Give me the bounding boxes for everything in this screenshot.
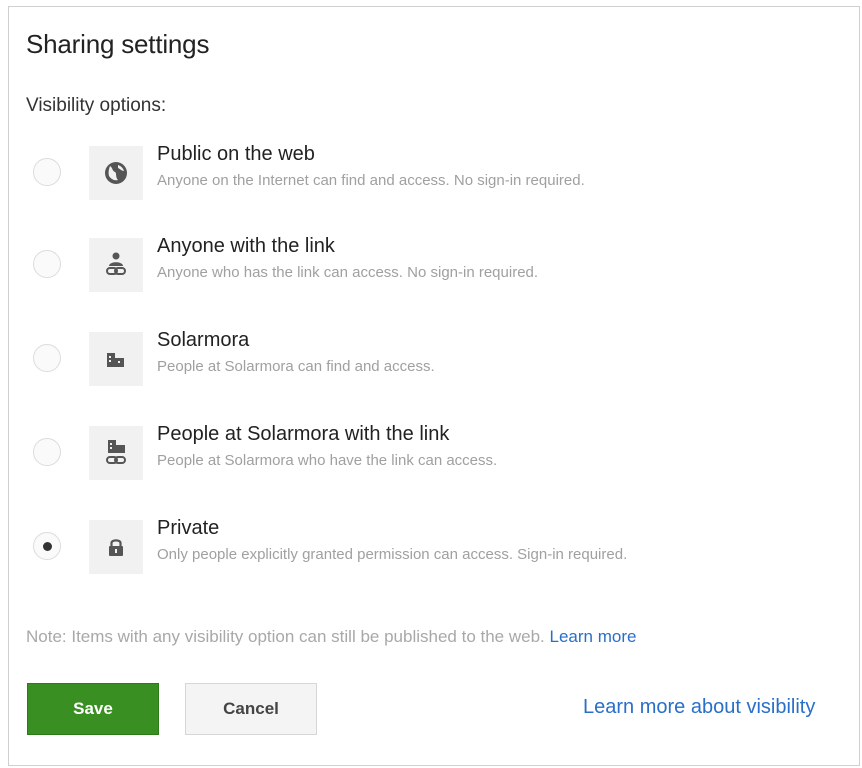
radio-anyone-with-link[interactable]: [33, 250, 61, 278]
globe-icon: [89, 146, 143, 200]
lock-icon: [89, 520, 143, 574]
visibility-options-label: Visibility options:: [26, 95, 167, 116]
learn-more-about-visibility-link[interactable]: Learn more about visibility: [583, 696, 815, 719]
option-anyone-with-link[interactable]: Anyone with the link Anyone who has the …: [9, 235, 849, 310]
sharing-settings-dialog: Sharing settings Visibility options: Pub…: [8, 6, 860, 766]
radio-solarmora[interactable]: [33, 344, 61, 372]
option-public-on-web[interactable]: Public on the web Anyone on the Internet…: [9, 143, 849, 218]
option-title: People at Solarmora with the link: [157, 423, 450, 445]
note-text: Note: Items with any visibility option c…: [26, 627, 545, 646]
option-description: Only people explicitly granted permissio…: [157, 546, 628, 563]
option-title: Anyone with the link: [157, 235, 335, 257]
visibility-note: Note: Items with any visibility option c…: [26, 627, 636, 647]
option-title: Public on the web: [157, 143, 315, 165]
learn-more-link[interactable]: Learn more: [550, 627, 637, 646]
building-icon: [89, 332, 143, 386]
cancel-button[interactable]: Cancel: [185, 683, 317, 735]
radio-private[interactable]: [33, 532, 61, 560]
radio-public-on-web[interactable]: [33, 158, 61, 186]
radio-solarmora-with-link[interactable]: [33, 438, 61, 466]
option-description: Anyone on the Internet can find and acce…: [157, 172, 585, 189]
dialog-title: Sharing settings: [26, 29, 210, 59]
save-button[interactable]: Save: [27, 683, 159, 735]
option-title: Private: [157, 517, 220, 539]
option-description: People at Solarmora who have the link ca…: [157, 452, 498, 469]
option-solarmora-with-link[interactable]: People at Solarmora with the link People…: [9, 423, 849, 498]
person-link-icon: [89, 238, 143, 292]
option-title: Solarmora: [157, 329, 250, 351]
option-description: Anyone who has the link can access. No s…: [157, 264, 539, 281]
option-private[interactable]: Private Only people explicitly granted p…: [9, 517, 849, 592]
building-link-icon: [89, 426, 143, 480]
option-description: People at Solarmora can find and access.: [157, 358, 435, 375]
option-solarmora[interactable]: Solarmora People at Solarmora can find a…: [9, 329, 849, 404]
